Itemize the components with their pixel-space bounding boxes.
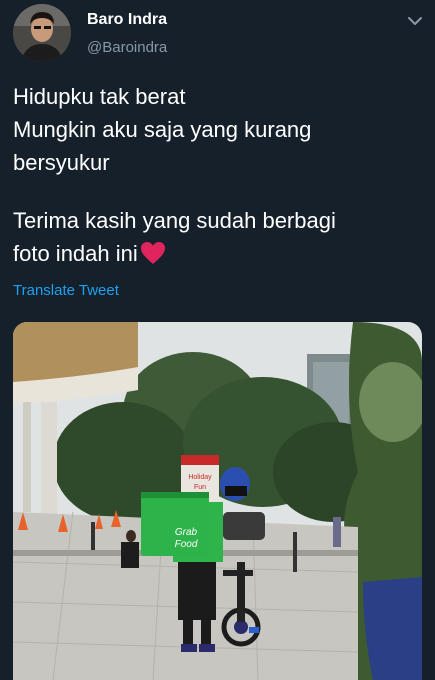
tweet: Baro Indra @Baroindra Hidupku tak berat … bbox=[0, 0, 435, 680]
grab-box-text: Food bbox=[175, 539, 198, 550]
tweet-text-line: foto indah ini bbox=[13, 241, 138, 266]
tweet-text-line-with-emoji: foto indah ini bbox=[13, 237, 423, 270]
tweet-photo[interactable]: Holiday Fun Grab Food bbox=[13, 322, 422, 680]
grab-box-text: Grab bbox=[175, 527, 198, 538]
author-display-name[interactable]: Baro Indra bbox=[87, 11, 167, 29]
red-heart-emoji bbox=[140, 241, 166, 265]
tweet-text-line: Hidupku tak berat bbox=[13, 84, 186, 109]
tweet-text-line: Terima kasih yang sudah berbagi bbox=[13, 208, 336, 233]
avatar[interactable] bbox=[13, 4, 71, 62]
sign-text: Holiday bbox=[188, 474, 212, 481]
tweet-text-line: Mungkin aku saja yang kurang bbox=[13, 117, 312, 142]
author-handle[interactable]: @Baroindra bbox=[87, 39, 167, 56]
profile-photo bbox=[13, 4, 71, 62]
sign-text: Fun bbox=[194, 484, 206, 491]
translate-tweet-link[interactable]: Translate Tweet bbox=[13, 282, 119, 299]
tweet-text-line: bersyukur bbox=[13, 150, 110, 175]
tweet-text: Hidupku tak berat Mungkin aku saja yang … bbox=[13, 80, 423, 270]
chevron-down-icon[interactable] bbox=[404, 10, 426, 32]
